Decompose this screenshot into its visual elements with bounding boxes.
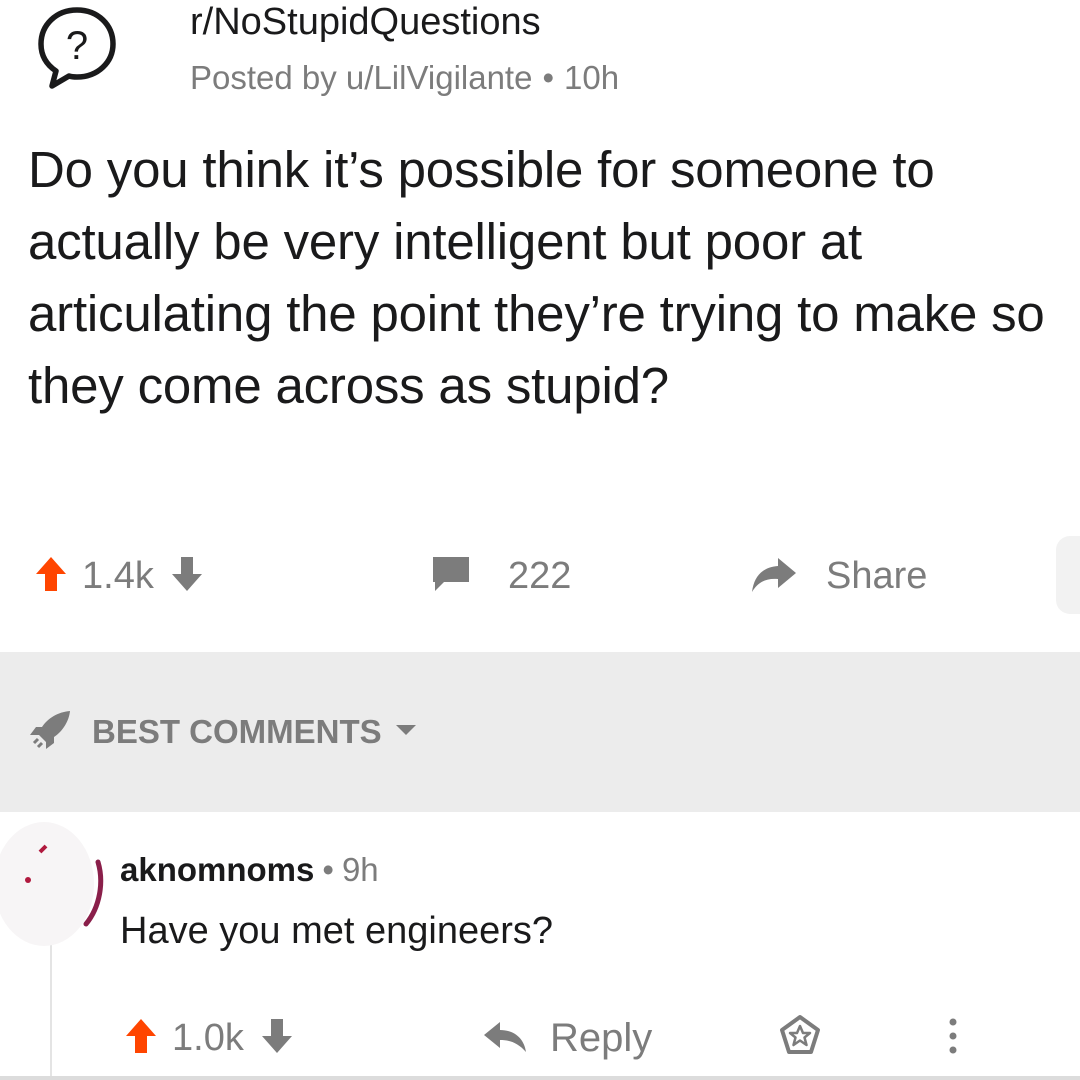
arrow-down-icon[interactable] <box>170 555 204 598</box>
arrow-down-icon[interactable] <box>260 1017 294 1060</box>
comments-button[interactable]: 222 <box>430 536 571 616</box>
comment-age: 9h <box>341 851 379 888</box>
rocket-icon <box>28 709 74 756</box>
post-score: 1.4k <box>82 554 154 597</box>
comment-count: 222 <box>508 554 572 597</box>
divider <box>0 1076 1080 1080</box>
post-vote-group: 1.4k <box>34 536 204 616</box>
reply-arrow-icon <box>482 1018 528 1059</box>
comment-actions: 1.0k Reply <box>0 1000 1080 1076</box>
subreddit-name[interactable]: r/NoStupidQuestions <box>190 0 541 44</box>
svg-text:?: ? <box>66 24 88 68</box>
post-meta: Posted by u/LilVigilante • 10h <box>190 56 619 100</box>
posted-by[interactable]: Posted by u/LilVigilante <box>190 59 532 96</box>
arrow-up-icon[interactable] <box>124 1017 158 1060</box>
meta-separator: • <box>542 59 555 96</box>
award-button[interactable] <box>778 1000 822 1076</box>
avatar[interactable] <box>0 812 112 962</box>
comment-author-line: aknomnoms • 9h <box>120 848 379 892</box>
more-options-button[interactable] <box>946 1000 960 1076</box>
share-button[interactable]: Share <box>750 536 927 616</box>
reply-label: Reply <box>550 1015 653 1060</box>
sort-dropdown[interactable]: BEST COMMENTS <box>28 704 418 760</box>
post-actions: 1.4k 222 Share <box>0 536 1080 616</box>
reply-button[interactable]: Reply <box>482 1000 652 1076</box>
meta-separator: • <box>322 851 334 888</box>
sort-label: BEST COMMENTS <box>92 713 382 750</box>
award-icon <box>778 1014 822 1063</box>
comment-sort-bar: BEST COMMENTS <box>0 652 1080 812</box>
post-age: 10h <box>564 59 620 96</box>
chevron-down-icon <box>394 723 418 742</box>
post-header: ? r/NoStupidQuestions Posted by u/LilVig… <box>30 0 1030 110</box>
award-button[interactable] <box>1056 536 1080 614</box>
arrow-up-icon[interactable] <box>34 555 68 598</box>
speech-bubble-icon <box>430 554 472 599</box>
more-vertical-icon <box>946 1014 960 1063</box>
share-label: Share <box>826 554 928 597</box>
comment-vote-group: 1.0k <box>124 1000 294 1076</box>
post-title[interactable]: Do you think it’s possible for someone t… <box>28 134 1073 422</box>
comment-author[interactable]: aknomnoms <box>120 851 314 888</box>
comment-score: 1.0k <box>172 1016 244 1059</box>
share-arrow-icon <box>750 554 798 599</box>
comment-body: Have you met engineers? <box>120 910 554 952</box>
question-mark-bubble-icon[interactable]: ? <box>34 4 120 90</box>
